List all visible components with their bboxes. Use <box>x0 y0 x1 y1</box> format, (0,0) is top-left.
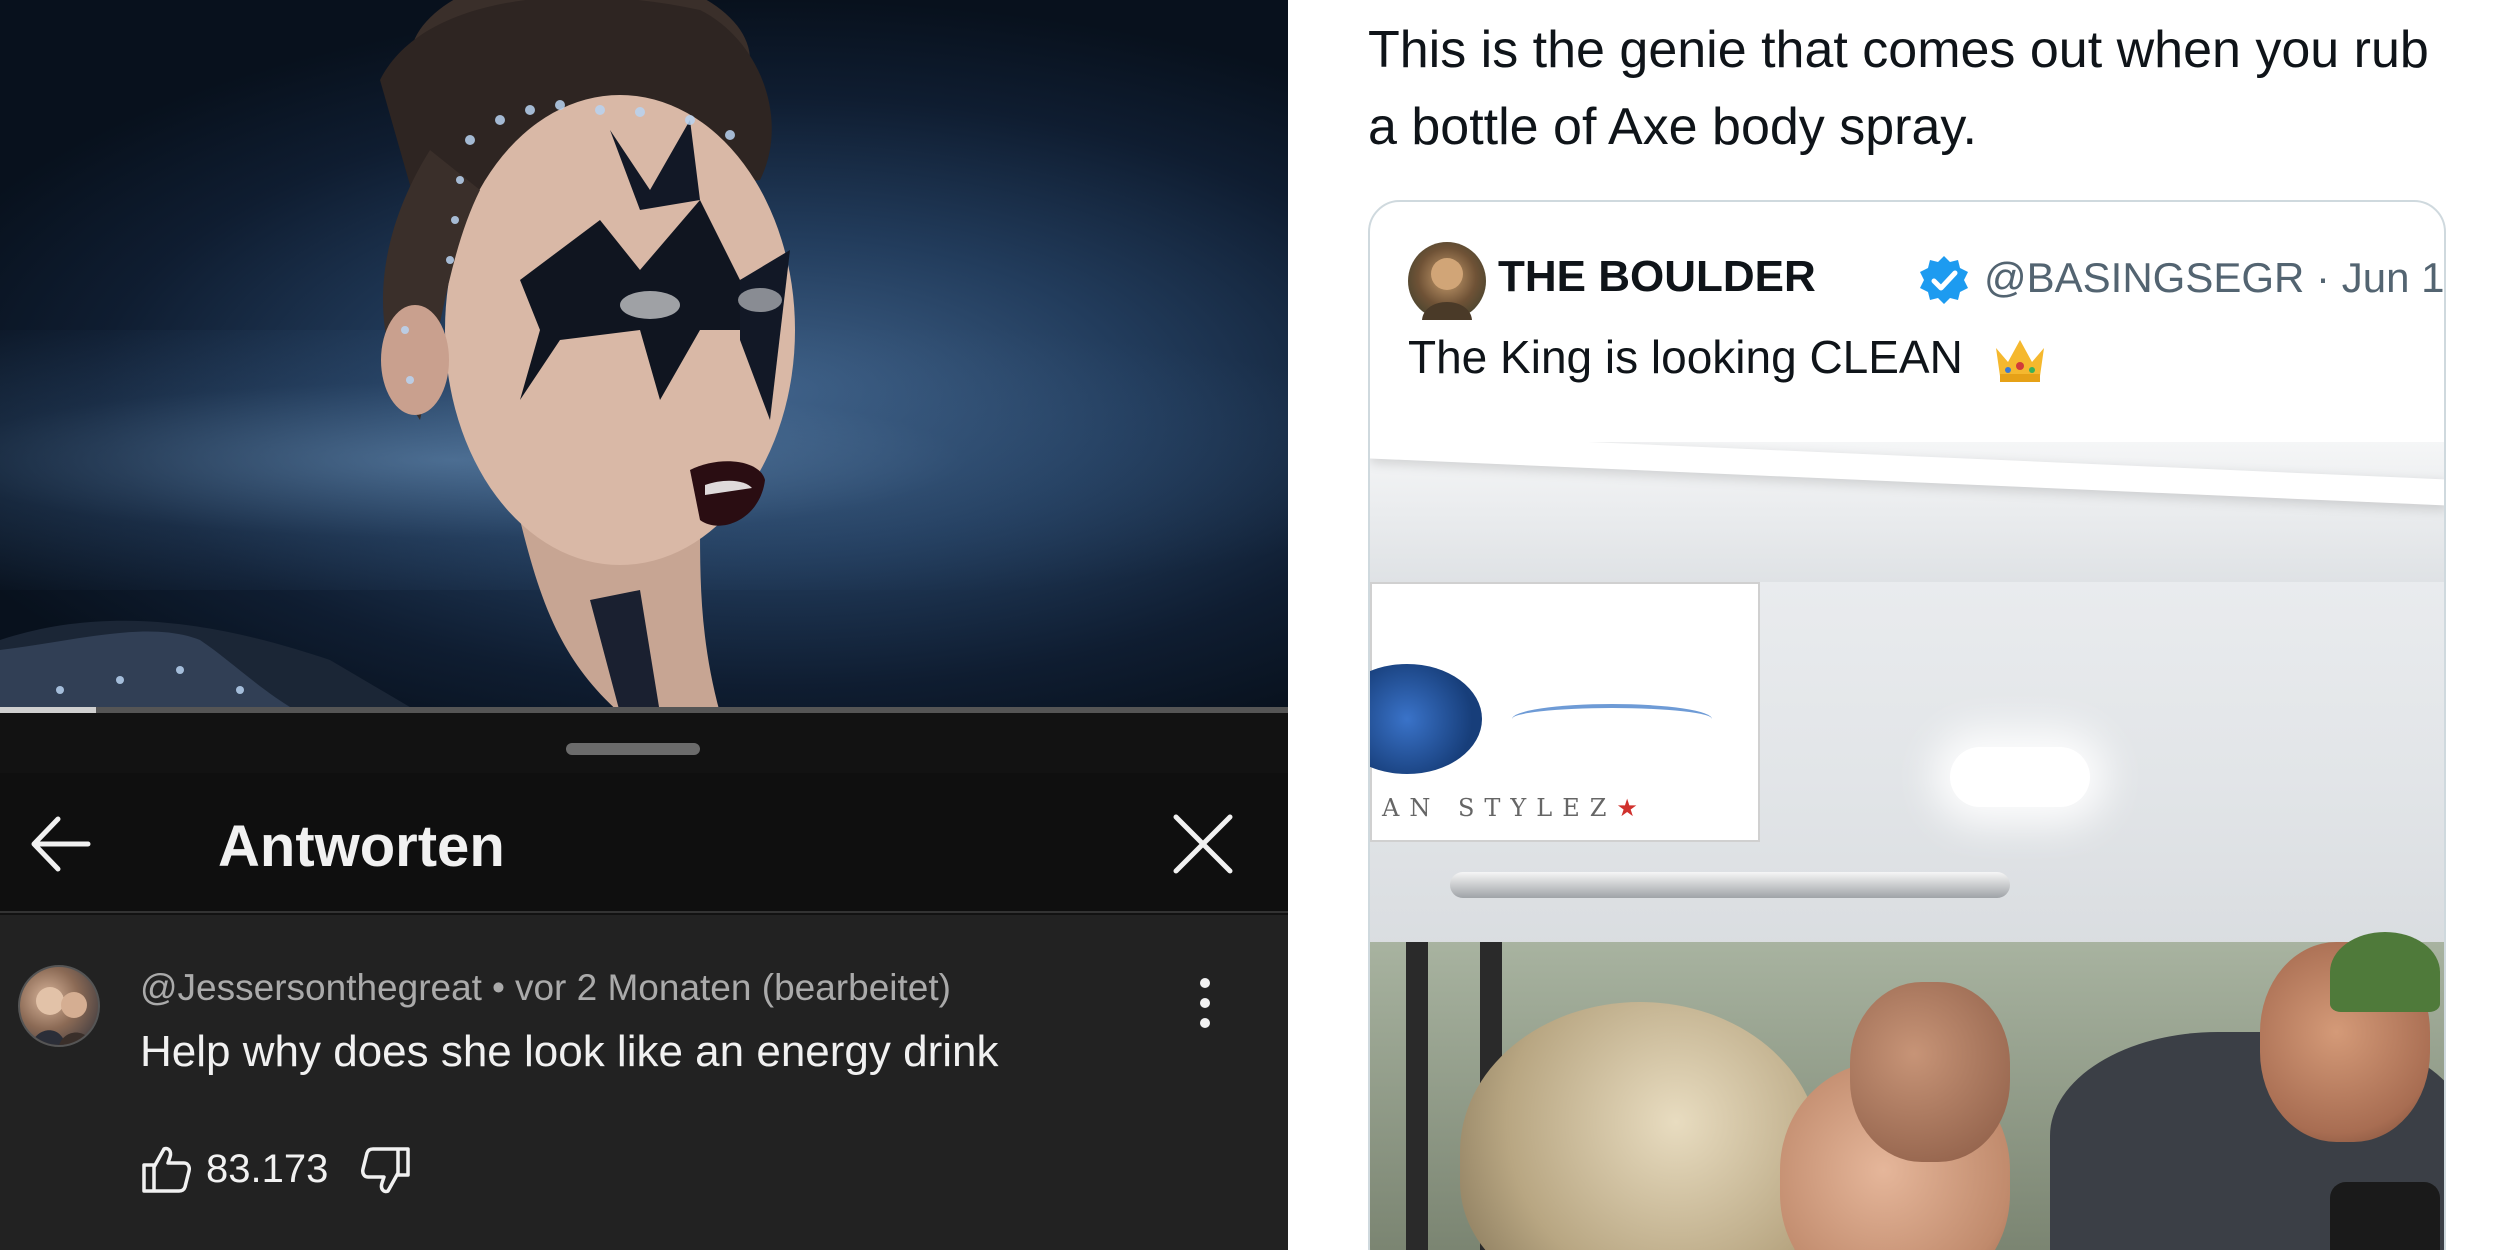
quoted-author-name[interactable]: THE BOULDER <box>1498 252 1816 302</box>
avatar-photo <box>31 987 93 1045</box>
comment-text: Help why does she look like an energy dr… <box>140 1027 999 1076</box>
replies-sheet: Antworten @Jessersonthegreat • vor 2 Monat… <box>0 713 1288 1250</box>
thumbs-down-icon[interactable] <box>360 1145 412 1197</box>
quoted-tweet-photo[interactable]: AN STYLEZ★ <box>1370 442 2444 1250</box>
video-player[interactable] <box>0 0 1288 713</box>
sign-text-label: AN STYLEZ <box>1382 794 1617 822</box>
avatar-photo <box>1422 258 1472 320</box>
phone <box>2330 1182 2440 1250</box>
thumbs-up-icon[interactable] <box>140 1143 192 1195</box>
verified-badge-icon <box>1920 256 1968 304</box>
meta-separator: • <box>491 967 505 1008</box>
comment-timestamp: vor 2 Monaten (bearbeitet) <box>514 967 951 1008</box>
avatar[interactable] <box>1408 242 1486 320</box>
close-icon[interactable] <box>1168 809 1238 879</box>
drag-handle[interactable] <box>566 743 700 755</box>
window-frame <box>1406 942 1428 1250</box>
comment-meta: @Jessersonthegreat • vor 2 Monaten (bearbe… <box>140 967 951 1009</box>
barber-arm <box>1850 982 2010 1162</box>
arrow-left-icon[interactable] <box>26 811 96 877</box>
shop-sign: AN STYLEZ★ <box>1370 582 1760 842</box>
quoted-date[interactable]: Jun 11 <box>2342 254 2444 301</box>
tweet-screenshot: This is the genie that comes out when yo… <box>1288 0 2500 1250</box>
quoted-tweet-text: The King is looking CLEAN <box>1408 331 1963 383</box>
lamp <box>1950 747 2090 807</box>
like-count: 83.173 <box>206 1147 329 1191</box>
quoted-author-handle[interactable]: @BASINGSEGR <box>1984 254 2304 301</box>
sign-star: ★ <box>1616 794 1638 822</box>
comment-item: @Jessersonthegreat • vor 2 Monaten (bearbe… <box>0 915 1288 1250</box>
sign-logo <box>1370 664 1482 774</box>
tweet-text: This is the genie that comes out when yo… <box>1368 21 2429 156</box>
replies-title: Antworten <box>218 814 505 879</box>
performer-figure <box>0 0 795 713</box>
replies-header: Antworten <box>0 773 1288 913</box>
avatar[interactable] <box>18 965 100 1047</box>
crown-emoji-icon <box>1996 340 2044 382</box>
quoted-author-meta: @BASINGSEGR · Jun 11 <box>1984 254 2444 302</box>
quoted-tweet-card[interactable]: THE BOULDER @BASINGSEGR · Jun 11 The Kin… <box>1368 200 2446 1250</box>
grab-rail <box>1450 872 2010 898</box>
more-vertical-icon[interactable] <box>1190 973 1220 1033</box>
youtube-replies-screenshot: Antworten @Jessersonthegreat • vor 2 Monat… <box>0 0 1288 1250</box>
comment-author[interactable]: @Jessersonthegreat <box>140 967 482 1008</box>
barber-cap <box>2330 932 2440 1012</box>
sign-swoosh <box>1512 704 1712 734</box>
sign-text: AN STYLEZ★ <box>1382 794 1638 822</box>
meta-separator: · <box>2316 254 2331 301</box>
